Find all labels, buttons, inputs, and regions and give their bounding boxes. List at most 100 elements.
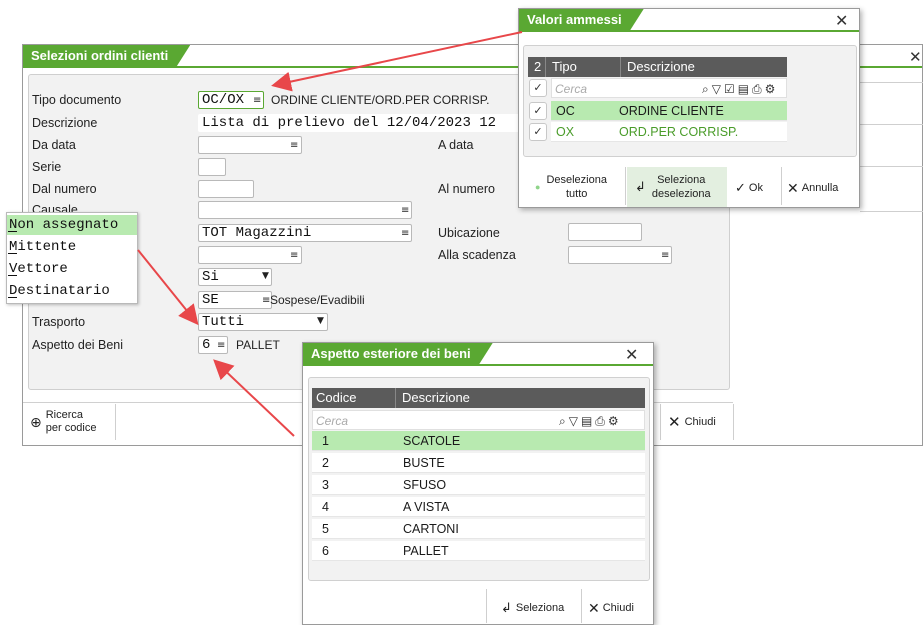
seleziona-deseleziona-button[interactable]: ↲ Seleziona deseleziona bbox=[627, 167, 727, 207]
list-icon[interactable]: ≡ bbox=[401, 228, 409, 239]
dialog-title: Aspetto esteriore dei beni bbox=[303, 343, 493, 365]
label-da-data: Da data bbox=[32, 138, 76, 152]
label-ubicazione: Ubicazione bbox=[438, 226, 500, 240]
valori-ammessi-dialog: Valori ammessi ✕ 2 Tipo Descrizione ✓ Ce… bbox=[518, 8, 860, 208]
grid-tools-icons[interactable]: ⌕▽▤⎙⚙ bbox=[559, 411, 622, 431]
label-tipo-documento: Tipo documento bbox=[32, 93, 122, 107]
list-icon[interactable]: ≡ bbox=[217, 340, 225, 351]
close-icon: ✕ bbox=[668, 414, 681, 431]
list-icon[interactable]: ≡ bbox=[253, 95, 261, 106]
table-row[interactable]: 3 SFUSO bbox=[312, 475, 645, 495]
label-descrizione: Descrizione bbox=[32, 116, 98, 130]
calendar-icon[interactable]: ≡ bbox=[290, 140, 298, 151]
table-row[interactable]: 5 CARTONI bbox=[312, 519, 645, 539]
causale-field[interactable] bbox=[198, 201, 412, 219]
aspetto-description: PALLET bbox=[236, 338, 280, 352]
column-header-descrizione[interactable]: Descrizione bbox=[402, 388, 470, 408]
search-row[interactable]: Cerca ⌕▽▤⎙⚙ bbox=[312, 410, 645, 430]
check-icon: ✓ bbox=[735, 180, 746, 195]
label-alla-scadenza: Alla scadenza bbox=[438, 248, 516, 262]
column-header-descrizione[interactable]: Descrizione bbox=[627, 57, 695, 77]
close-icon: ✕ bbox=[787, 179, 799, 196]
select-all-checkbox[interactable]: ✓ bbox=[529, 79, 547, 97]
close-icon[interactable]: ✕ bbox=[835, 11, 848, 31]
column-header-codice[interactable]: Codice bbox=[316, 388, 356, 408]
cell-codice: 1 bbox=[322, 434, 329, 448]
seleziona-button[interactable]: ↲ Seleziona bbox=[501, 599, 564, 617]
column-header-tipo[interactable]: Tipo bbox=[552, 57, 577, 77]
magazzino-field[interactable]: TOT Magazzini bbox=[198, 224, 412, 242]
selected-count: 2 bbox=[534, 59, 542, 74]
ok-button[interactable]: ✓ Ok bbox=[735, 179, 763, 197]
table-row[interactable]: OC ORDINE CLIENTE bbox=[551, 101, 787, 121]
table-row[interactable]: 1 SCATOLE bbox=[312, 431, 645, 451]
cell-tipo: OX bbox=[556, 125, 575, 139]
row-checkbox[interactable]: ✓ bbox=[529, 102, 547, 120]
search-input[interactable]: Cerca bbox=[555, 79, 587, 99]
trasporto-select[interactable]: Tutti bbox=[198, 313, 328, 331]
side-panel-divider bbox=[860, 211, 923, 212]
ricerca-label-2: per codice bbox=[45, 422, 97, 434]
search-row[interactable]: Cerca ⌕▽☑▤⎙⚙ bbox=[551, 78, 787, 98]
list-item[interactable]: Destinatario bbox=[7, 281, 137, 301]
label-a-data: A data bbox=[438, 138, 474, 152]
enter-icon: ↲ bbox=[635, 179, 646, 194]
calendar-icon[interactable]: ≡ bbox=[290, 250, 298, 261]
table-row[interactable]: OX ORD.PER CORRISP. bbox=[551, 122, 787, 142]
cell-descrizione: SFUSO bbox=[403, 478, 447, 492]
window-title: Selezioni ordini clienti bbox=[23, 45, 190, 67]
dal-numero-field[interactable] bbox=[198, 180, 254, 198]
accelerator-underline bbox=[8, 275, 17, 276]
ubicazione-field[interactable] bbox=[568, 223, 642, 241]
stato-field[interactable]: SE bbox=[198, 291, 272, 309]
stato-description: Sospese/Evadibili bbox=[270, 293, 365, 307]
cell-codice: 5 bbox=[322, 522, 329, 536]
cell-descrizione: A VISTA bbox=[403, 500, 450, 514]
close-icon[interactable]: ✕ bbox=[909, 48, 922, 66]
ricerca-per-codice-button[interactable]: ⊕ Ricerca per codice bbox=[30, 406, 114, 438]
row-checkbox[interactable]: ✓ bbox=[529, 123, 547, 141]
cell-tipo: OC bbox=[556, 104, 575, 118]
chiudi-button[interactable]: ✕ Chiudi bbox=[668, 412, 716, 432]
search-icon: ⊕ bbox=[30, 413, 42, 430]
label-serie: Serie bbox=[32, 160, 62, 174]
chevron-down-icon[interactable]: ▼ bbox=[317, 316, 324, 326]
annulla-button[interactable]: ✕ Annulla bbox=[787, 179, 838, 197]
search-input[interactable]: Cerca bbox=[316, 411, 348, 431]
list-item[interactable]: Mittente bbox=[7, 237, 137, 257]
grid-tools-icons[interactable]: ⌕▽☑▤⎙⚙ bbox=[702, 79, 778, 99]
accelerator-underline bbox=[8, 253, 17, 254]
ricerca-label-1: Ricerca bbox=[45, 409, 84, 421]
title-underline bbox=[519, 30, 859, 32]
toolbar-divider bbox=[115, 404, 116, 440]
cell-descrizione: SCATOLE bbox=[403, 434, 461, 448]
table-row[interactable]: 6 PALLET bbox=[312, 541, 645, 561]
descrizione-field[interactable]: Lista di prelievo del 12/04/2023 12 bbox=[198, 114, 520, 132]
destinazione-dropdown-list: Non assegnato Mittente Vettore Destinata… bbox=[6, 212, 138, 304]
list-item[interactable]: Non assegnato bbox=[7, 215, 137, 235]
chevron-down-icon[interactable]: ▼ bbox=[262, 271, 269, 281]
cell-codice: 2 bbox=[322, 456, 329, 470]
close-icon[interactable]: ✕ bbox=[625, 345, 638, 365]
aspetto-beni-dialog: Aspetto esteriore dei beni ✕ Codice Desc… bbox=[302, 342, 654, 625]
scadenza-from-field[interactable] bbox=[198, 246, 302, 264]
list-item[interactable]: Vettore bbox=[7, 259, 137, 279]
label-aspetto-beni: Aspetto dei Beni bbox=[32, 338, 124, 352]
serie-field[interactable] bbox=[198, 158, 226, 176]
table-row[interactable]: 2 BUSTE bbox=[312, 453, 645, 473]
side-panel-divider bbox=[860, 82, 923, 83]
chiudi-label: Chiudi bbox=[684, 416, 716, 428]
alla-scadenza-field[interactable] bbox=[568, 246, 672, 264]
accelerator-underline bbox=[8, 297, 17, 298]
close-icon: ✕ bbox=[588, 599, 600, 616]
si-select[interactable]: Si bbox=[198, 268, 272, 286]
calendar-icon[interactable]: ≡ bbox=[661, 250, 669, 261]
deseleziona-tutto-button[interactable]: ● Deseleziona tutto bbox=[535, 169, 607, 205]
list-icon[interactable]: ≡ bbox=[401, 205, 409, 216]
cell-descrizione: ORDINE CLIENTE bbox=[619, 104, 724, 118]
table-row[interactable]: 4 A VISTA bbox=[312, 497, 645, 517]
chiudi-button[interactable]: ✕ Chiudi bbox=[588, 599, 634, 617]
tipo-documento-description: ORDINE CLIENTE/ORD.PER CORRISP. bbox=[271, 93, 490, 107]
da-data-field[interactable] bbox=[198, 136, 302, 154]
title-underline bbox=[303, 364, 653, 366]
